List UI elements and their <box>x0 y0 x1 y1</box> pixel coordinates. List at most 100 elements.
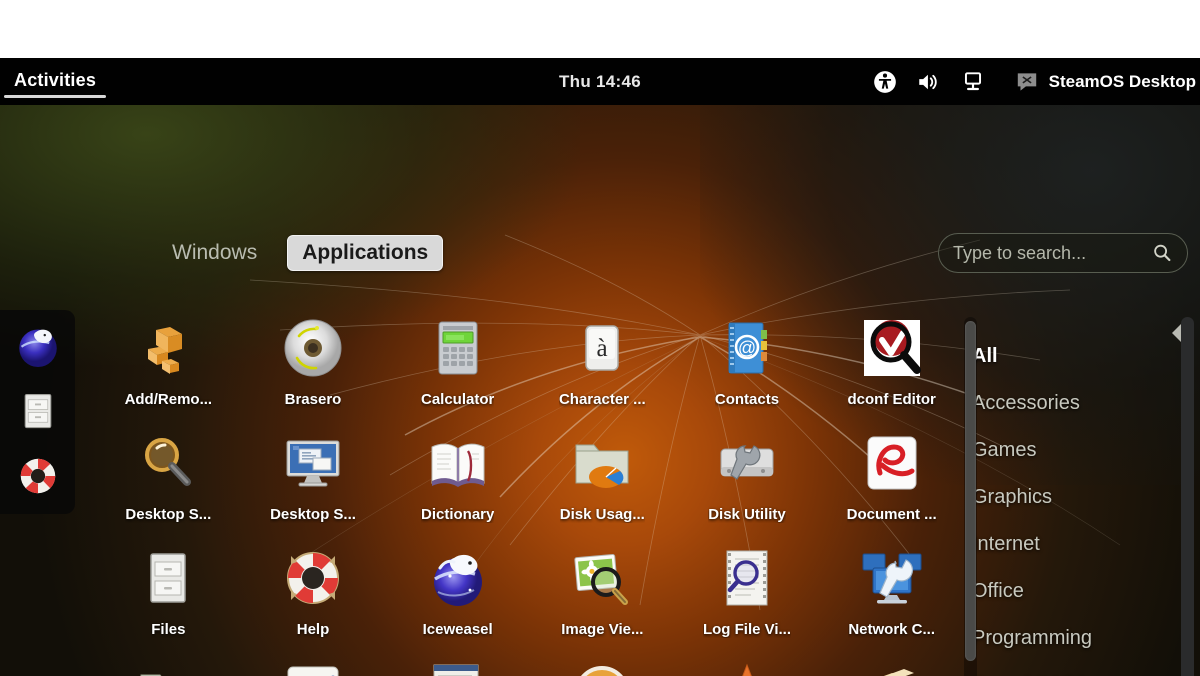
svg-text:à: à <box>597 335 608 362</box>
disk-usage-icon <box>568 429 636 497</box>
packages-icon <box>134 314 202 382</box>
app-label: Calculator <box>420 391 495 408</box>
dock-item-iceweasel[interactable] <box>14 322 62 370</box>
volume-icon[interactable] <box>916 69 942 95</box>
scrollbar-thumb[interactable] <box>965 321 976 661</box>
disk-utility-icon <box>713 429 781 497</box>
gnome-top-bar: Activities Thu 14:46 SteamOS Desktop <box>0 58 1200 105</box>
app-label: Log File Vi... <box>702 621 792 638</box>
svg-text:@: @ <box>738 338 756 358</box>
files-icon <box>134 544 202 612</box>
app-add-remove[interactable]: Add/Remo... <box>96 314 241 408</box>
app-dictionary[interactable]: Dictionary <box>385 429 530 523</box>
app-row4-star[interactable] <box>675 659 820 676</box>
category-list: All Accessories Games Graphics Internet … <box>964 305 1174 676</box>
app-contacts[interactable]: @ Contacts <box>675 314 820 408</box>
screen-top-blank <box>0 0 1200 58</box>
app-character-map[interactable]: à Character ... <box>530 314 675 408</box>
tab-windows[interactable]: Windows <box>158 236 271 270</box>
dconf-editor-icon <box>858 314 926 382</box>
app-row4-paw[interactable] <box>530 659 675 676</box>
dock-item-files[interactable] <box>14 387 62 435</box>
category-scrollbar[interactable] <box>964 317 977 676</box>
search-placeholder: Type to search... <box>953 242 1087 263</box>
app-label: Help <box>296 621 330 638</box>
category-sound-video[interactable]: Sound & Video <box>964 662 1174 676</box>
app-label: Character ... <box>558 391 646 408</box>
activities-overview: Windows Applications Type to search... A… <box>0 105 1200 676</box>
chart-icon <box>279 659 347 676</box>
dictionary-icon <box>424 429 492 497</box>
app-iceweasel[interactable]: Iceweasel <box>385 544 530 638</box>
app-network-config[interactable]: Network C... <box>819 544 964 638</box>
app-row4-scanner[interactable] <box>385 659 530 676</box>
message-tray-bar[interactable] <box>1181 317 1194 676</box>
app-label: Disk Utility <box>708 506 786 523</box>
app-disk-utility[interactable]: Disk Utility <box>675 429 820 523</box>
box-icon <box>858 659 926 676</box>
image-viewer-icon <box>568 544 636 612</box>
app-label: Document ... <box>846 506 937 523</box>
desktop-sharing-icon <box>279 429 347 497</box>
category-accessories[interactable]: Accessories <box>964 380 1174 427</box>
scanner-icon <box>424 659 492 676</box>
log-viewer-icon <box>713 544 781 612</box>
favorites-dock <box>0 310 75 514</box>
folder-icon <box>134 659 202 676</box>
screen: Activities Thu 14:46 SteamOS Desktop Win… <box>0 0 1200 676</box>
app-label: dconf Editor <box>847 391 936 408</box>
app-label: Network C... <box>848 621 935 638</box>
app-label: Brasero <box>284 391 342 408</box>
app-desktop-sharing[interactable]: Desktop S... <box>241 429 386 523</box>
category-games[interactable]: Games <box>964 427 1174 474</box>
star-icon <box>713 659 781 676</box>
app-label: Dictionary <box>420 506 495 523</box>
app-image-viewer[interactable]: Image Vie... <box>530 544 675 638</box>
help-icon <box>279 544 347 612</box>
desktop-search-icon <box>134 429 202 497</box>
app-label: Image Vie... <box>561 621 644 638</box>
tab-applications[interactable]: Applications <box>287 235 444 271</box>
app-label: Add/Remo... <box>124 391 213 408</box>
iceweasel-icon <box>424 544 492 612</box>
app-row4-box[interactable] <box>819 659 964 676</box>
app-dconf-editor[interactable]: dconf Editor <box>819 314 964 408</box>
search-icon <box>1151 242 1173 264</box>
app-brasero[interactable]: Brasero <box>241 314 386 408</box>
status-tray: SteamOS Desktop <box>872 58 1200 105</box>
user-name-label: SteamOS Desktop <box>1048 71 1196 91</box>
app-label: Files <box>151 621 186 638</box>
application-grid: Add/Remo... Brasero Calculator à Charact… <box>96 305 964 676</box>
calculator-icon <box>424 314 492 382</box>
app-grid-inner: Add/Remo... Brasero Calculator à Charact… <box>96 305 964 676</box>
category-internet[interactable]: Internet <box>964 521 1174 568</box>
character-map-icon: à <box>568 314 636 382</box>
chevron-left-icon <box>1172 324 1181 342</box>
app-row4-folder[interactable] <box>96 659 241 676</box>
category-office[interactable]: Office <box>964 568 1174 615</box>
activities-button[interactable]: Activities <box>4 66 107 98</box>
app-desktop-search[interactable]: Desktop S... <box>96 429 241 523</box>
category-graphics[interactable]: Graphics <box>964 474 1174 521</box>
display-icon[interactable] <box>960 69 986 95</box>
app-label: Contacts <box>714 391 780 408</box>
app-row4-chart[interactable] <box>241 659 386 676</box>
app-calculator[interactable]: Calculator <box>385 314 530 408</box>
app-log-file-viewer[interactable]: Log File Vi... <box>675 544 820 638</box>
user-menu-button[interactable]: SteamOS Desktop <box>1004 69 1200 95</box>
app-files[interactable]: Files <box>96 544 241 638</box>
category-all[interactable]: All <box>964 333 1174 380</box>
contacts-icon: @ <box>713 314 781 382</box>
app-label: Desktop S... <box>270 506 356 523</box>
app-disk-usage-analyzer[interactable]: Disk Usag... <box>530 429 675 523</box>
dock-item-help[interactable] <box>14 452 62 500</box>
app-help[interactable]: Help <box>241 544 386 638</box>
network-config-icon <box>858 544 926 612</box>
app-label: Desktop S... <box>125 506 212 523</box>
app-document-viewer[interactable]: Document ... <box>819 429 964 523</box>
category-programming[interactable]: Programming <box>964 615 1174 662</box>
accessibility-icon[interactable] <box>872 69 898 95</box>
search-input[interactable]: Type to search... <box>938 233 1188 273</box>
app-label: Disk Usag... <box>559 506 645 523</box>
message-tray-handle[interactable] <box>1172 317 1196 676</box>
